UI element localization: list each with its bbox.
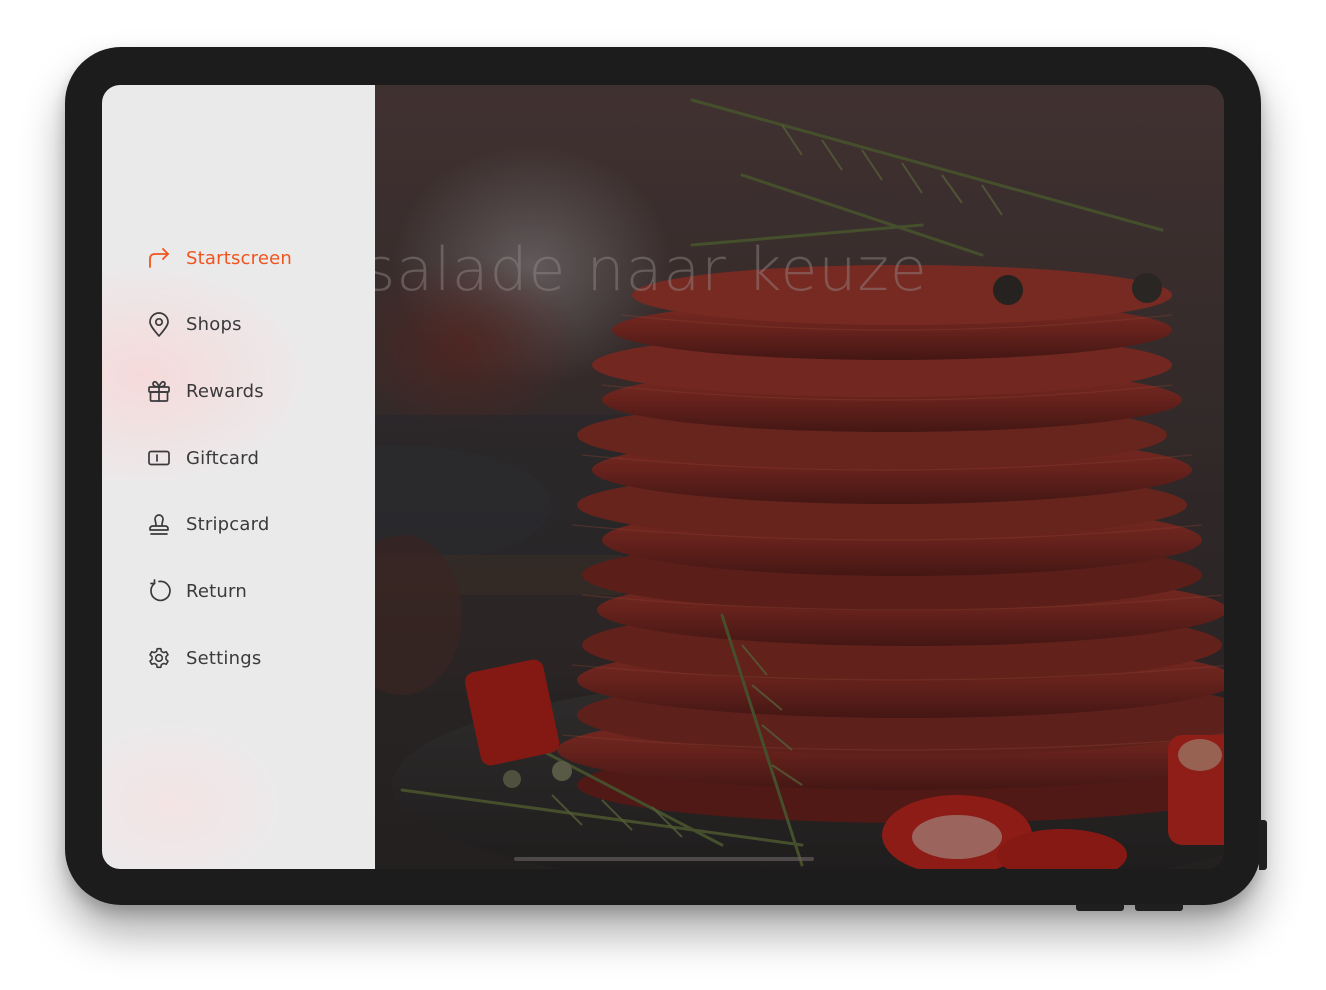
menu-label: Settings bbox=[186, 647, 262, 669]
menu-item-settings[interactable]: Settings bbox=[146, 643, 292, 673]
home-indicator[interactable] bbox=[514, 857, 814, 861]
gear-icon bbox=[146, 645, 172, 671]
stamp-icon bbox=[146, 512, 172, 538]
menu-item-stripcard[interactable]: Stripcard bbox=[146, 510, 292, 540]
map-pin-icon bbox=[146, 311, 172, 338]
volume-button bbox=[1135, 904, 1183, 911]
menu-list: Startscreen Shops Rewards Giftcard Strip… bbox=[146, 243, 292, 710]
menu-label: Rewards bbox=[186, 380, 264, 402]
menu-label: Return bbox=[186, 580, 247, 602]
menu-item-rewards[interactable]: Rewards bbox=[146, 376, 292, 406]
menu-label: Stripcard bbox=[186, 514, 270, 536]
tablet-screen: salade naar keuze Startscreen Shops Rewa… bbox=[102, 85, 1224, 869]
menu-label: Giftcard bbox=[186, 447, 260, 469]
menu-label: Shops bbox=[186, 314, 242, 336]
menu-item-return[interactable]: Return bbox=[146, 576, 292, 606]
volume-button bbox=[1076, 904, 1124, 911]
menu-item-giftcard[interactable]: Giftcard bbox=[146, 443, 292, 473]
side-drawer-menu: Startscreen Shops Rewards Giftcard Strip… bbox=[102, 85, 375, 869]
card-icon bbox=[146, 445, 172, 471]
gift-icon bbox=[146, 378, 172, 404]
menu-item-shops[interactable]: Shops bbox=[146, 310, 292, 340]
menu-label: Startscreen bbox=[186, 247, 293, 269]
share-arrow-icon bbox=[146, 245, 172, 271]
hero-headline: salade naar keuze bbox=[364, 235, 928, 305]
refresh-icon bbox=[146, 578, 172, 604]
side-button bbox=[1259, 820, 1267, 870]
menu-item-startscreen[interactable]: Startscreen bbox=[146, 243, 292, 273]
